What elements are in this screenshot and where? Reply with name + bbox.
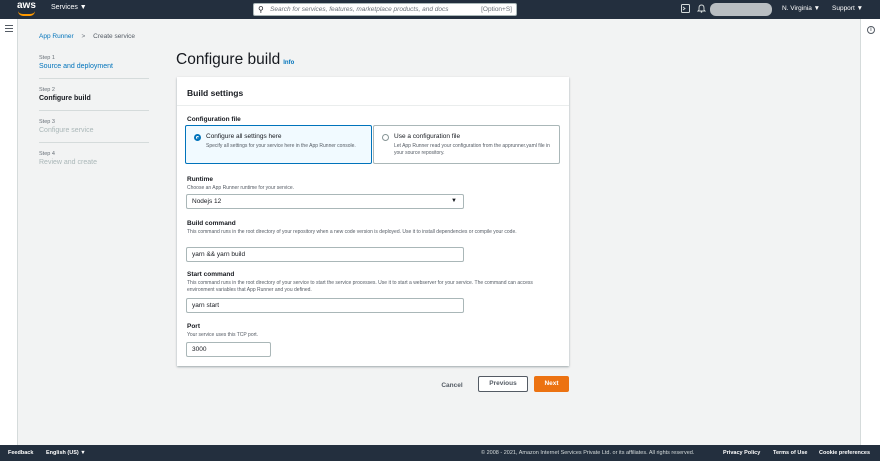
start-command-description: This command runs in the root directory …	[187, 280, 533, 293]
search-shortcut: [Option+S]	[481, 6, 512, 13]
bell-icon[interactable]	[696, 4, 706, 14]
runtime-description: Choose an App Runner runtime for your se…	[187, 185, 294, 191]
step-number: Step 1	[39, 55, 55, 61]
step-label: Review and create	[39, 159, 97, 166]
wizard-steps: Step 1 Source and deployment Step 2 Conf…	[39, 55, 149, 182]
caret-down-icon: ▼	[451, 198, 457, 204]
port-description: Your service uses this TCP port.	[187, 332, 259, 338]
tile-description: Let App Runner read your configuration f…	[394, 143, 550, 156]
copyright-text: © 2008 - 2021, Amazon Internet Services …	[481, 450, 695, 456]
info-link[interactable]: Info	[283, 60, 294, 66]
aws-logo[interactable]: aws	[17, 1, 37, 18]
region-menu[interactable]: N. Virginia ▼	[782, 5, 820, 12]
configure-all-settings-here-tile[interactable]: Configure all settings here Specify all …	[185, 125, 372, 164]
breadcrumb-app-runner[interactable]: App Runner	[39, 33, 74, 40]
page-title-text: Configure build	[176, 51, 281, 68]
services-menu[interactable]: Services ▼	[51, 4, 87, 11]
account-menu[interactable]	[710, 3, 772, 16]
top-navigation: aws Services ▼ ⚲ Search for services, fe…	[0, 0, 880, 19]
cloudshell-icon[interactable]	[680, 4, 690, 14]
hamburger-menu-icon[interactable]	[5, 25, 13, 34]
runtime-select[interactable]: Nodejs 12 ▼	[186, 194, 464, 209]
build-settings-panel: Build settings Configuration file Config…	[177, 77, 569, 366]
breadcrumb: App Runner > Create service	[39, 33, 135, 40]
step-number: Step 3	[39, 119, 55, 125]
language-selector[interactable]: English (US) ▼	[46, 450, 86, 456]
footer: Feedback English (US) ▼ © 2008 - 2021, A…	[0, 445, 880, 461]
page-title: Configure build Info	[176, 51, 294, 69]
step-source-and-deployment[interactable]: Step 1 Source and deployment	[39, 55, 149, 79]
next-button[interactable]: Next	[534, 376, 569, 392]
step-label[interactable]: Source and deployment	[39, 63, 149, 70]
search-placeholder: Search for services, features, marketpla…	[270, 6, 449, 13]
step-review-and-create: Step 4 Review and create	[39, 151, 149, 174]
runtime-value: Nodejs 12	[192, 198, 222, 205]
start-command-label: Start command	[187, 271, 235, 278]
step-configure-service: Step 3 Configure service	[39, 119, 149, 143]
build-command-input[interactable]	[186, 247, 464, 262]
support-menu[interactable]: Support ▼	[832, 5, 863, 12]
search-icon: ⚲	[258, 5, 264, 14]
aws-smile-icon	[18, 11, 35, 16]
left-rail	[0, 19, 18, 445]
tile-title: Use a configuration file	[394, 133, 461, 140]
feedback-link[interactable]: Feedback	[8, 450, 33, 456]
step-label: Configure service	[39, 127, 94, 134]
cancel-button[interactable]: Cancel	[433, 378, 471, 393]
radio-unselected-icon[interactable]	[382, 134, 389, 141]
previous-button[interactable]: Previous	[478, 376, 528, 392]
configuration-file-label: Configuration file	[187, 116, 241, 123]
use-configuration-file-tile[interactable]: Use a configuration file Let App Runner …	[373, 125, 560, 164]
radio-selected-icon[interactable]	[194, 134, 201, 141]
port-input[interactable]	[186, 342, 271, 357]
step-configure-build: Step 2 Configure build	[39, 87, 149, 111]
build-command-description: This command runs in the root directory …	[187, 229, 517, 235]
tile-title: Configure all settings here	[206, 133, 282, 140]
step-number: Step 2	[39, 87, 55, 93]
terms-of-use-link[interactable]: Terms of Use	[773, 450, 807, 456]
breadcrumb-current: Create service	[93, 33, 136, 40]
search-bar[interactable]: ⚲ Search for services, features, marketp…	[253, 3, 517, 16]
privacy-policy-link[interactable]: Privacy Policy	[723, 450, 760, 456]
panel-heading: Build settings	[177, 77, 569, 106]
step-label: Configure build	[39, 95, 91, 102]
start-command-input[interactable]	[186, 298, 464, 313]
right-rail: i	[860, 19, 880, 445]
step-number: Step 4	[39, 151, 55, 157]
build-command-label: Build command	[187, 220, 236, 227]
port-label: Port	[187, 323, 200, 330]
info-panel-icon[interactable]: i	[867, 26, 875, 34]
aws-logo-text: aws	[17, 0, 36, 11]
runtime-label: Runtime	[187, 176, 213, 183]
cookie-preferences-link[interactable]: Cookie preferences	[819, 450, 870, 456]
tile-description: Specify all settings for your service he…	[206, 143, 356, 149]
breadcrumb-separator: >	[81, 33, 86, 40]
